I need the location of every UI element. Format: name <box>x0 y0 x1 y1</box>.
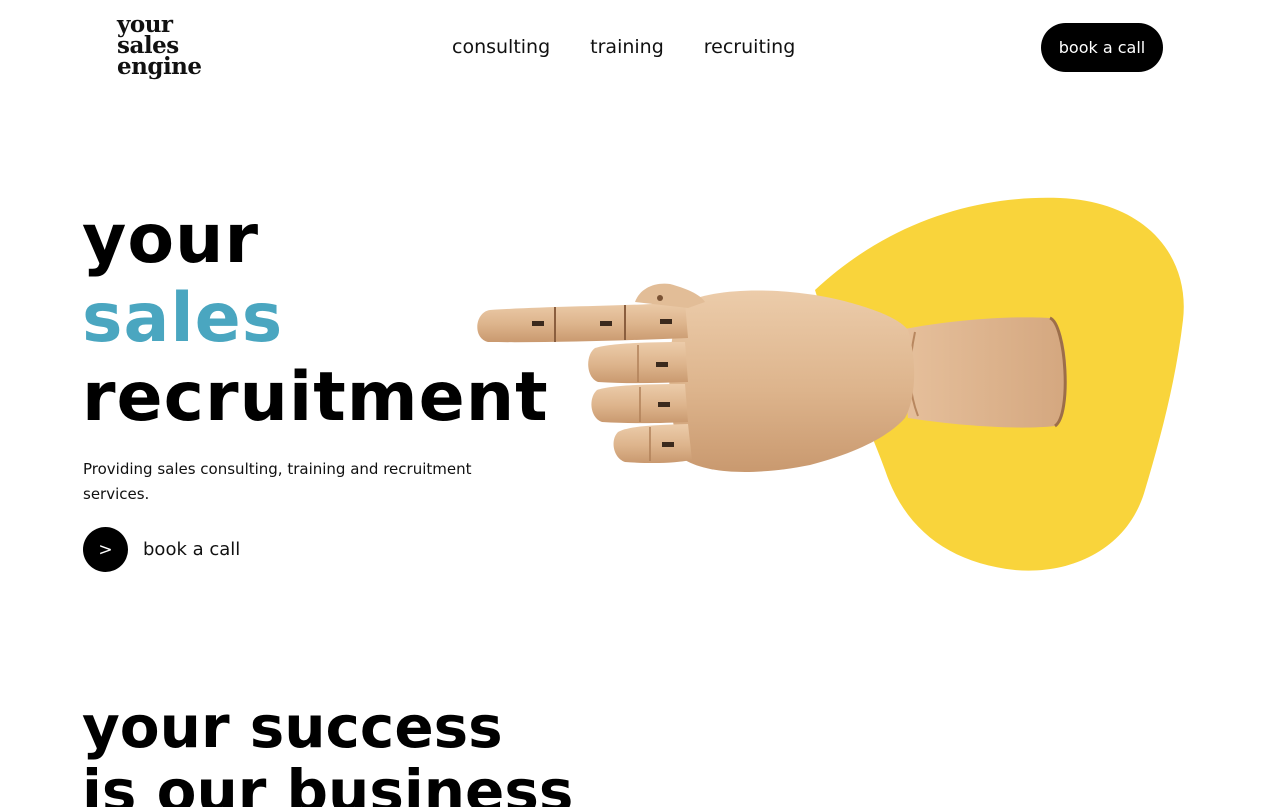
section-title-line-2: is our business <box>82 757 574 807</box>
page: your sales engine consulting training re… <box>0 0 1265 807</box>
section-title-line-1: your success <box>82 693 503 761</box>
hero-cta-label[interactable]: book a call <box>143 539 240 560</box>
nav-item-recruiting[interactable]: recruiting <box>704 34 796 60</box>
hero-book-call-link[interactable]: > book a call <box>83 527 240 572</box>
forearm-shape <box>900 317 1067 428</box>
main-nav: consulting training recruiting <box>452 34 795 60</box>
logo[interactable]: your sales engine <box>117 13 202 80</box>
logo-line-3: engine <box>117 53 202 80</box>
section-title: your success is our business <box>82 695 573 807</box>
little-finger-shape <box>613 424 692 464</box>
nav-item-training[interactable]: training <box>590 34 664 60</box>
index-finger-shape <box>477 302 688 343</box>
nav-item-consulting[interactable]: consulting <box>452 34 550 60</box>
book-call-button[interactable]: book a call <box>1041 23 1163 72</box>
hero-image <box>477 197 1184 571</box>
hero-subtitle: Providing sales consulting, training and… <box>83 460 472 503</box>
arrow-icon[interactable]: > <box>83 527 128 572</box>
